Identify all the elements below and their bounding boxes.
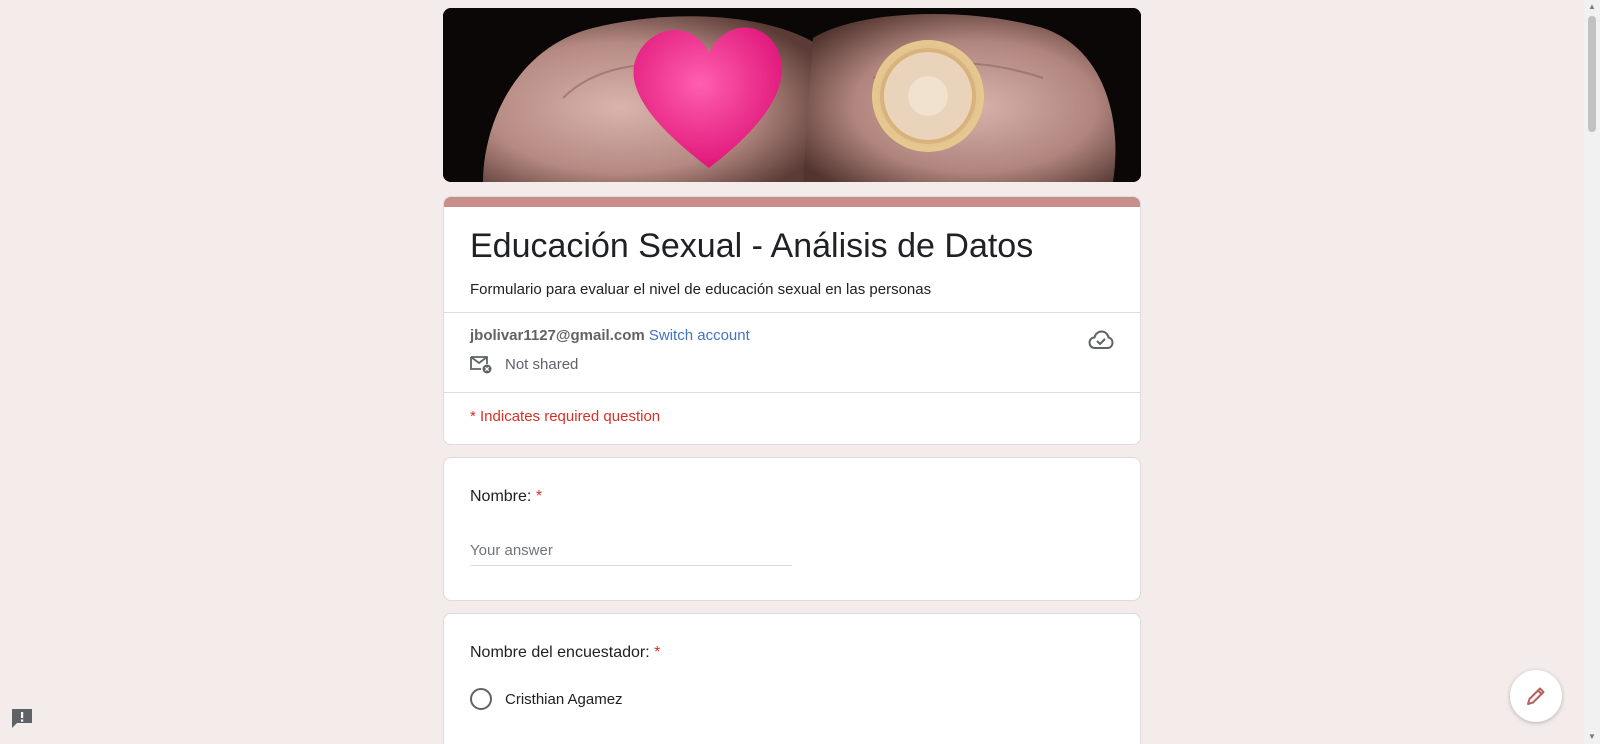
shared-status: Not shared [505, 355, 579, 373]
banner-illustration [443, 8, 1141, 182]
form-header-card: Educación Sexual - Análisis de Datos For… [443, 196, 1141, 445]
scroll-up-arrow-icon[interactable]: ▲ [1584, 0, 1600, 14]
form-container: Educación Sexual - Análisis de Datos For… [443, 8, 1141, 744]
question-card-nombre: Nombre: * [443, 457, 1141, 601]
required-star: * [535, 488, 543, 505]
question-label: Nombre: [470, 488, 532, 505]
nombre-answer-input[interactable] [470, 538, 792, 566]
required-star: * [654, 644, 661, 661]
required-note: * Indicates required question [470, 408, 661, 425]
accent-bar [444, 197, 1140, 207]
page-scrollbar[interactable]: ▲ ▼ [1584, 0, 1600, 744]
radio-option[interactable]: Cristhian Agamez [470, 688, 1114, 710]
report-issue-icon[interactable] [10, 706, 34, 730]
header-banner-image [443, 8, 1141, 182]
scrollbar-thumb[interactable] [1588, 16, 1596, 132]
pencil-edit-icon [1527, 687, 1545, 705]
account-section: jbolivar1127@gmail.com Switch account No… [444, 313, 1140, 392]
switch-account-link[interactable]: Switch account [649, 327, 750, 344]
radio-button[interactable] [470, 688, 492, 710]
cloud-saved-icon[interactable] [1088, 329, 1114, 351]
scroll-down-arrow-icon[interactable]: ▼ [1584, 730, 1600, 744]
account-email: jbolivar1127@gmail.com [470, 327, 645, 344]
form-title: Educación Sexual - Análisis de Datos [470, 227, 1034, 265]
form-description: Formulario para evaluar el nivel de educ… [470, 281, 932, 298]
radio-option-label: Cristhian Agamez [505, 690, 623, 708]
question-card-encuestador: Nombre del encuestador: * Cristhian Agam… [443, 613, 1141, 744]
question-label: Nombre del encuestador: [470, 644, 650, 661]
mail-not-shared-icon [470, 356, 492, 374]
edit-fab-button[interactable] [1510, 670, 1562, 722]
